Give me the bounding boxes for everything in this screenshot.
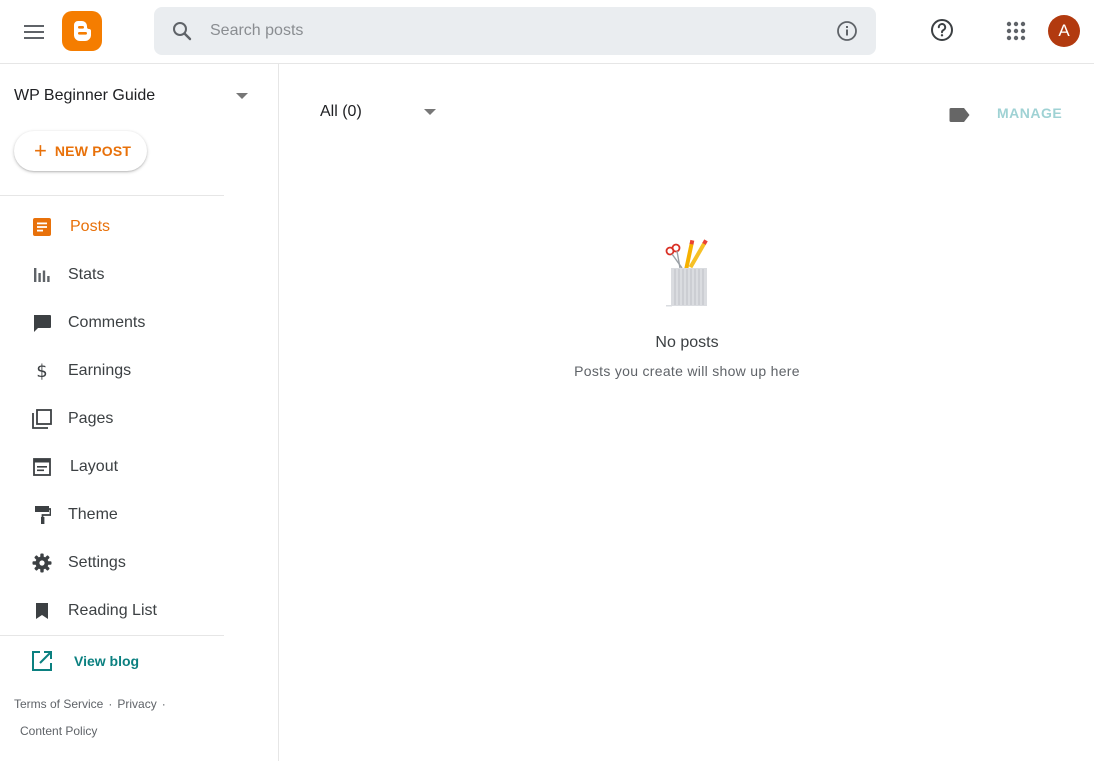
- sidebar-item-label: Posts: [70, 218, 111, 235]
- sidebar-item-posts[interactable]: Posts: [0, 203, 224, 251]
- empty-state-title: No posts: [655, 334, 719, 351]
- gear-icon: [30, 551, 54, 575]
- sidebar-item-reading-list[interactable]: Reading List: [0, 587, 224, 635]
- apps-grid-icon[interactable]: [1004, 19, 1028, 43]
- new-post-label: NEW POST: [54, 143, 132, 159]
- sidebar-item-pages[interactable]: Pages: [0, 395, 224, 443]
- search-bar: [154, 7, 876, 55]
- pencil-cup-illustration: [665, 239, 708, 307]
- dropdown-caret-icon: [236, 93, 248, 99]
- sidebar-item-label: Comments: [68, 314, 146, 331]
- sidebar-nav: Posts Stats Comments $ Earnings Pages La…: [0, 203, 224, 635]
- sidebar-item-stats[interactable]: Stats: [0, 251, 224, 299]
- sidebar-item-label: Stats: [68, 266, 105, 283]
- main-menu-button[interactable]: [14, 12, 54, 52]
- sidebar: WP Beginner Guide + NEW POST Posts Stats…: [0, 64, 279, 761]
- dollar-icon: $: [30, 359, 54, 383]
- footer-separator: ·: [108, 697, 113, 711]
- new-post-button[interactable]: + NEW POST: [14, 131, 147, 171]
- sidebar-item-label: Theme: [68, 506, 118, 523]
- dropdown-caret-icon: [424, 109, 436, 115]
- blogger-logo[interactable]: [62, 11, 102, 51]
- search-input[interactable]: [210, 15, 810, 47]
- posts-icon: [30, 215, 54, 239]
- paint-roller-icon: [30, 503, 54, 527]
- layout-icon: [30, 455, 54, 479]
- view-blog-link[interactable]: View blog: [0, 636, 224, 684]
- external-link-icon: [32, 651, 52, 671]
- search-icon[interactable]: [170, 19, 194, 43]
- view-blog-label: View blog: [74, 653, 140, 669]
- footer-links: Terms of Service · Privacy · Content Policy: [14, 691, 214, 745]
- hamburger-menu-icon: [24, 25, 44, 39]
- sidebar-item-label: Earnings: [68, 362, 132, 379]
- help-icon[interactable]: [928, 16, 956, 44]
- sidebar-item-label: Layout: [70, 458, 119, 475]
- blog-name: WP Beginner Guide: [14, 87, 156, 104]
- post-filter-dropdown[interactable]: All (0): [320, 100, 440, 124]
- sidebar-divider: [0, 195, 224, 196]
- bookmark-icon: [30, 599, 54, 623]
- sidebar-item-theme[interactable]: Theme: [0, 491, 224, 539]
- blog-selector[interactable]: WP Beginner Guide: [14, 82, 254, 110]
- blogger-b-icon: [74, 21, 91, 41]
- filter-value: All (0): [320, 103, 362, 120]
- svg-text:$: $: [36, 361, 47, 381]
- top-app-bar: A: [0, 0, 1094, 64]
- comments-icon: [30, 311, 54, 335]
- sidebar-item-label: Settings: [68, 554, 126, 571]
- empty-state-subtitle: Posts you create will show up here: [574, 363, 800, 379]
- pages-icon: [30, 407, 54, 431]
- sidebar-item-earnings[interactable]: $ Earnings: [0, 347, 224, 395]
- stats-icon: [30, 263, 54, 287]
- content-policy-link[interactable]: Content Policy: [20, 724, 97, 738]
- footer-separator: ·: [161, 697, 166, 711]
- sidebar-item-label: Pages: [68, 410, 114, 427]
- manage-labels-button[interactable]: MANAGE: [997, 105, 1062, 121]
- sidebar-item-settings[interactable]: Settings: [0, 539, 224, 587]
- sidebar-item-layout[interactable]: Layout: [0, 443, 224, 491]
- sidebar-item-comments[interactable]: Comments: [0, 299, 224, 347]
- label-tag-icon[interactable]: [949, 107, 971, 123]
- plus-icon: +: [34, 138, 47, 163]
- sidebar-item-label: Reading List: [68, 602, 157, 619]
- terms-of-service-link[interactable]: Terms of Service: [14, 697, 103, 711]
- info-icon[interactable]: [836, 20, 858, 42]
- privacy-link[interactable]: Privacy: [117, 697, 156, 711]
- account-avatar[interactable]: A: [1048, 15, 1080, 47]
- main-content: All (0) MANAGE No posts Posts you create…: [280, 64, 1094, 761]
